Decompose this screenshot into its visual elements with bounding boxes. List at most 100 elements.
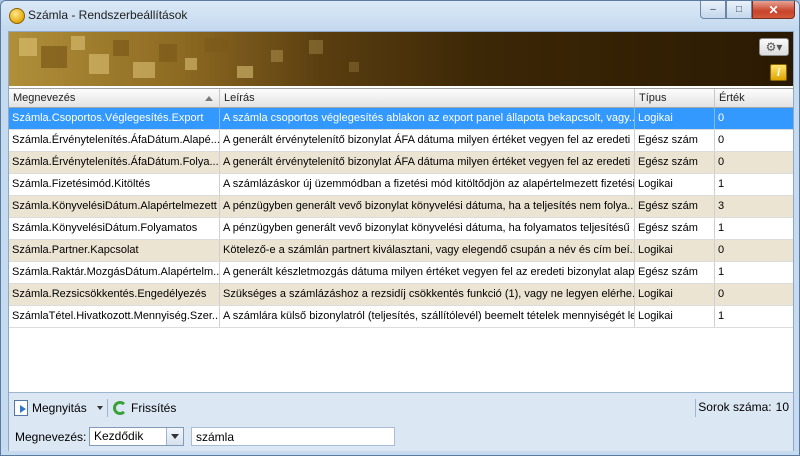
cell-type: Egész szám bbox=[635, 262, 715, 283]
cell-value: 0 bbox=[718, 288, 725, 300]
cell-description: A pénzügyben generált vevő bizonylat kön… bbox=[220, 196, 635, 217]
banner-decoration bbox=[19, 38, 37, 56]
table-row[interactable]: Számla.Érvénytelenítés.ÁfaDátum.Alapé...… bbox=[9, 130, 793, 152]
cell-description: A pénzügyben generált vevő bizonylat kön… bbox=[220, 218, 635, 239]
table-row[interactable]: Számla.KönyvelésiDátum.Folyamatos A pénz… bbox=[9, 218, 793, 240]
sort-ascending-icon bbox=[205, 96, 213, 101]
open-button-label: Megnyitás bbox=[32, 401, 87, 415]
banner-decoration bbox=[271, 50, 283, 62]
table-row[interactable]: SzámlaTétel.Hivatkozott.Mennyiség.Szer..… bbox=[9, 306, 793, 328]
column-header-value[interactable]: Érték bbox=[715, 89, 793, 107]
cell-name: Számla.KönyvelésiDátum.Folyamatos bbox=[9, 218, 220, 239]
header-banner: ⚙▾ i bbox=[9, 32, 793, 86]
open-dropdown-button[interactable] bbox=[95, 399, 103, 417]
table-row[interactable]: Számla.Fizetésimód.Kitöltés A számlázásk… bbox=[9, 174, 793, 196]
window-title: Számla - Rendszerbeállítások bbox=[28, 8, 188, 22]
cell-name: SzámlaTétel.Hivatkozott.Mennyiség.Szer..… bbox=[9, 306, 220, 327]
filter-mode-value: Kezdődik bbox=[94, 429, 144, 443]
column-header-type[interactable]: Típus bbox=[635, 89, 715, 107]
cell-type: Logikai bbox=[635, 240, 715, 261]
cell-value: 0 bbox=[718, 134, 725, 146]
info-icon[interactable]: i bbox=[770, 64, 787, 81]
maximize-button[interactable]: □ bbox=[726, 1, 752, 19]
banner-decoration bbox=[185, 58, 197, 70]
table-row[interactable]: Számla.Partner.Kapcsolat Kötelező-e a sz… bbox=[9, 240, 793, 262]
title-bar[interactable]: Számla - Rendszerbeállítások – □ ✕ bbox=[1, 1, 799, 31]
banner-decoration bbox=[159, 44, 177, 62]
table-header: Megnevezés Leírás Típus Érték bbox=[9, 89, 793, 108]
table-row[interactable]: Számla.Rezsicsökkentés.Engedélyezés Szük… bbox=[9, 284, 793, 306]
cell-type: Egész szám bbox=[635, 218, 715, 239]
cell-value: 0 bbox=[718, 112, 725, 124]
cell-description: A számlára külső bizonylatról (teljesíté… bbox=[220, 306, 635, 327]
row-count-value: 10 bbox=[775, 400, 789, 414]
filter-bar: Megnevezés: Kezdődik bbox=[9, 423, 793, 451]
cell-name: Számla.Raktár.MozgásDátum.Alapértelm... bbox=[9, 262, 220, 283]
cell-value: 1 bbox=[718, 310, 725, 322]
cell-value: 1 bbox=[718, 266, 725, 278]
cell-name: Számla.Rezsicsökkentés.Engedélyezés bbox=[9, 284, 220, 305]
cell-value: 1 bbox=[718, 222, 725, 234]
cell-name: Számla.Csoportos.Véglegesítés.Export bbox=[9, 108, 220, 129]
chevron-down-icon[interactable] bbox=[166, 428, 183, 445]
open-document-icon bbox=[14, 400, 28, 416]
settings-table: Megnevezés Leírás Típus Érték Számla.Cso… bbox=[9, 88, 793, 393]
settings-gear-button[interactable]: ⚙▾ bbox=[759, 38, 789, 56]
cell-type: Logikai bbox=[635, 306, 715, 327]
cell-value: 1 bbox=[718, 178, 725, 190]
column-header-name[interactable]: Megnevezés bbox=[9, 89, 220, 107]
main-content: ⚙▾ i Megnevezés Leírás Típus Érték Száml… bbox=[8, 31, 794, 451]
toolbar: Megnyitás Frissítés Sorok száma: 10 bbox=[9, 393, 793, 423]
minimize-button[interactable]: – bbox=[700, 1, 726, 19]
table-row[interactable]: Számla.Csoportos.Véglegesítés.Export A s… bbox=[9, 108, 793, 130]
cell-type: Logikai bbox=[635, 108, 715, 129]
cell-description: A generált készletmozgás dátuma milyen é… bbox=[220, 262, 635, 283]
table-row[interactable]: Számla.KönyvelésiDátum.Alapértelmezett A… bbox=[9, 196, 793, 218]
filter-mode-select[interactable]: Kezdődik bbox=[89, 427, 184, 446]
toolbar-separator bbox=[107, 399, 108, 417]
chevron-down-icon bbox=[97, 406, 103, 410]
cell-type: Egész szám bbox=[635, 130, 715, 151]
cell-description: A generált érvénytelenítő bizonylat ÁFA … bbox=[220, 130, 635, 151]
table-row[interactable]: Számla.Érvénytelenítés.ÁfaDátum.Folya...… bbox=[9, 152, 793, 174]
banner-decoration bbox=[113, 40, 129, 56]
cell-name: Számla.Fizetésimód.Kitöltés bbox=[9, 174, 220, 195]
cell-value: 0 bbox=[718, 244, 725, 256]
cell-type: Egész szám bbox=[635, 196, 715, 217]
window-controls: – □ ✕ bbox=[700, 1, 795, 20]
filter-search-input[interactable] bbox=[191, 427, 395, 446]
cell-value: 3 bbox=[718, 200, 725, 212]
table-row[interactable]: Számla.Raktár.MozgásDátum.Alapértelm... … bbox=[9, 262, 793, 284]
cell-type: Logikai bbox=[635, 284, 715, 305]
cell-description: Kötelező-e a számlán partnert kiválaszta… bbox=[220, 240, 635, 261]
app-icon bbox=[9, 8, 25, 24]
cell-description: A számla csoportos véglegesítés ablakon … bbox=[220, 108, 635, 129]
cell-name: Számla.Érvénytelenítés.ÁfaDátum.Alapé... bbox=[9, 130, 220, 151]
banner-decoration bbox=[41, 46, 67, 68]
banner-decoration bbox=[89, 54, 109, 74]
row-count: Sorok száma: 10 bbox=[694, 400, 789, 414]
cell-description: Szükséges a számlázáshoz a rezsidíj csök… bbox=[220, 284, 635, 305]
banner-decoration bbox=[309, 40, 323, 54]
open-button[interactable]: Megnyitás bbox=[14, 399, 87, 417]
banner-decoration bbox=[71, 36, 85, 50]
banner-decoration bbox=[237, 66, 253, 78]
banner-decoration bbox=[205, 38, 229, 52]
cell-type: Egész szám bbox=[635, 152, 715, 173]
cell-name: Számla.KönyvelésiDátum.Alapértelmezett bbox=[9, 196, 220, 217]
cell-name: Számla.Partner.Kapcsolat bbox=[9, 240, 220, 261]
refresh-button[interactable]: Frissítés bbox=[113, 399, 176, 417]
close-button[interactable]: ✕ bbox=[752, 1, 795, 19]
bottom-panel: Megnyitás Frissítés Sorok száma: 10 Megne… bbox=[9, 392, 793, 451]
cell-type: Logikai bbox=[635, 174, 715, 195]
banner-decoration bbox=[349, 62, 359, 72]
filter-label: Megnevezés: bbox=[15, 430, 87, 444]
cell-description: A generált érvénytelenítő bizonylat ÁFA … bbox=[220, 152, 635, 173]
banner-decoration bbox=[133, 62, 155, 78]
cell-value: 0 bbox=[718, 156, 725, 168]
cell-name: Számla.Érvénytelenítés.ÁfaDátum.Folya... bbox=[9, 152, 220, 173]
refresh-button-label: Frissítés bbox=[131, 401, 177, 415]
row-count-label: Sorok száma: bbox=[698, 400, 772, 414]
refresh-icon bbox=[113, 401, 127, 415]
column-header-description[interactable]: Leírás bbox=[220, 89, 635, 107]
